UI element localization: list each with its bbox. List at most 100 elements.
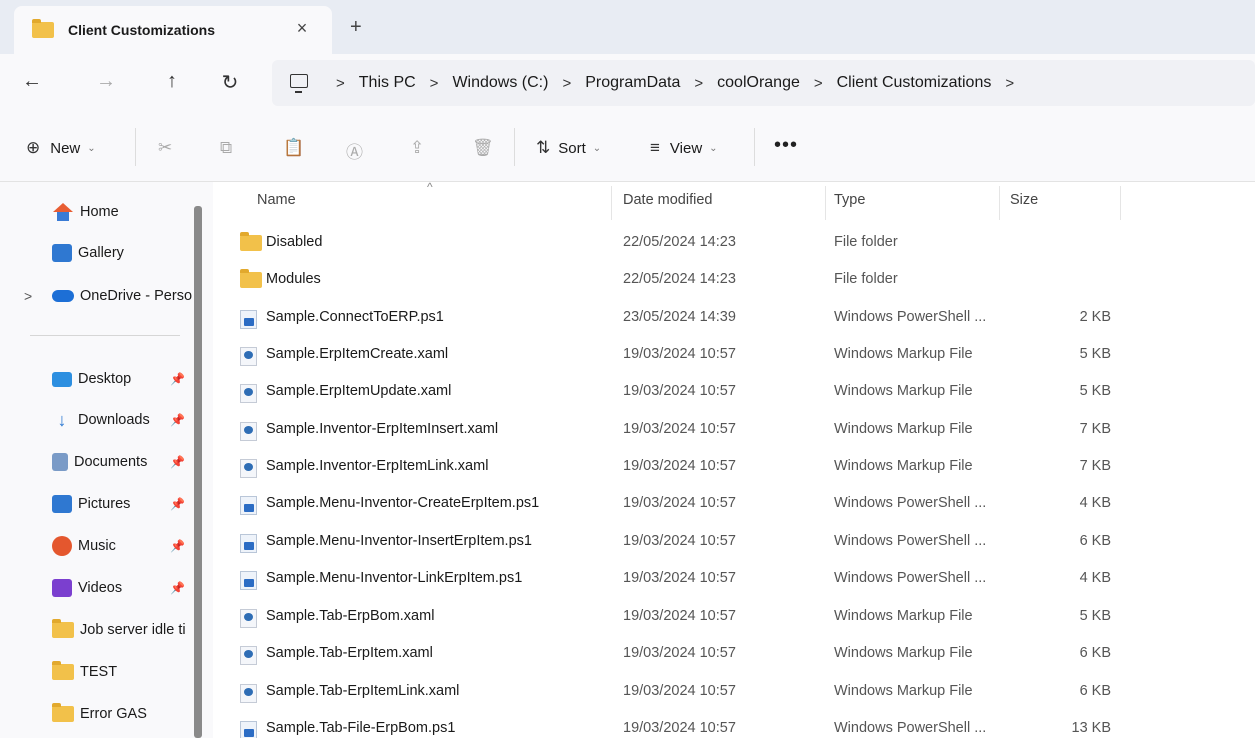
- sidebar-item-job-server[interactable]: Job server idle ti: [52, 616, 192, 644]
- folder-icon: [52, 619, 74, 638]
- chevron-down-icon: ⌄: [592, 142, 602, 154]
- sidebar-item-pictures[interactable]: Pictures: [52, 490, 130, 518]
- share-icon[interactable]: ⇪: [410, 138, 424, 158]
- forward-button[interactable]: →: [94, 70, 118, 93]
- column-divider[interactable]: [999, 186, 1000, 220]
- file-date: 19/03/2024 10:57: [623, 533, 736, 549]
- more-options-button[interactable]: •••: [774, 134, 798, 157]
- file-row[interactable]: Disabled 22/05/2024 14:23 File folder: [213, 225, 1255, 262]
- new-tab-button[interactable]: +: [350, 16, 362, 39]
- breadcrumb-separator[interactable]: >: [814, 75, 823, 92]
- sidebar-item-label: Home: [80, 204, 119, 220]
- file-row[interactable]: Sample.Tab-ErpItemLink.xaml 19/03/2024 1…: [213, 674, 1255, 711]
- file-row[interactable]: Modules 22/05/2024 14:23 File folder: [213, 262, 1255, 299]
- column-divider[interactable]: [611, 186, 612, 220]
- sidebar-item-music[interactable]: Music: [52, 532, 116, 560]
- close-tab-button[interactable]: ×: [292, 18, 312, 39]
- column-divider[interactable]: [825, 186, 826, 220]
- breadcrumb-programdata[interactable]: ProgramData: [585, 74, 680, 92]
- file-date: 19/03/2024 10:57: [623, 570, 736, 586]
- file-name: Modules: [266, 271, 321, 287]
- breadcrumb-windows-c[interactable]: Windows (C:): [452, 74, 548, 92]
- sidebar-item-test[interactable]: TEST: [52, 658, 117, 686]
- sidebar-divider: [30, 335, 180, 336]
- view-label: View: [669, 139, 703, 157]
- up-button[interactable]: ↑: [160, 70, 184, 93]
- breadcrumb-separator[interactable]: >: [430, 75, 439, 92]
- sidebar-item-documents[interactable]: Documents: [52, 448, 147, 476]
- sidebar-item-desktop[interactable]: Desktop: [52, 365, 131, 393]
- chevron-right-icon[interactable]: >: [24, 288, 32, 304]
- breadcrumb-this-pc[interactable]: This PC: [359, 74, 416, 92]
- music-icon: [52, 536, 72, 556]
- file-type: Windows Markup File: [834, 383, 973, 399]
- sidebar-item-error-gas[interactable]: Error GAS: [52, 700, 147, 728]
- breadcrumb-separator[interactable]: >: [562, 75, 571, 92]
- column-divider[interactable]: [1120, 186, 1121, 220]
- file-row[interactable]: Sample.ErpItemCreate.xaml 19/03/2024 10:…: [213, 337, 1255, 374]
- file-row[interactable]: Sample.Tab-ErpItem.xaml 19/03/2024 10:57…: [213, 636, 1255, 673]
- sort-button[interactable]: ⇅ Sort ⌄: [536, 138, 601, 158]
- pin-icon[interactable]: 📌: [170, 497, 185, 511]
- breadcrumb-separator[interactable]: >: [336, 75, 345, 92]
- file-row[interactable]: Sample.Menu-Inventor-LinkErpItem.ps1 19/…: [213, 561, 1255, 598]
- file-date: 19/03/2024 10:57: [623, 720, 736, 736]
- column-header-date[interactable]: Date modified: [623, 192, 712, 208]
- file-name: Disabled: [266, 234, 323, 250]
- rename-icon[interactable]: Ⓐ: [346, 138, 363, 163]
- file-row[interactable]: Sample.Inventor-ErpItemLink.xaml 19/03/2…: [213, 449, 1255, 486]
- breadcrumb-coolorange[interactable]: coolOrange: [717, 74, 800, 92]
- sidebar-item-onedrive[interactable]: OneDrive - Perso: [52, 282, 192, 310]
- refresh-button[interactable]: ↻: [218, 70, 242, 95]
- file-row[interactable]: Sample.Menu-Inventor-CreateErpItem.ps1 1…: [213, 486, 1255, 523]
- tab-client-customizations[interactable]: Client Customizations ×: [14, 6, 332, 54]
- pin-icon[interactable]: 📌: [170, 455, 185, 469]
- sidebar-item-label: Error GAS: [80, 706, 147, 722]
- file-row[interactable]: Sample.Inventor-ErpItemInsert.xaml 19/03…: [213, 412, 1255, 449]
- column-header-type[interactable]: Type: [834, 192, 865, 208]
- file-row[interactable]: Sample.ConnectToERP.ps1 23/05/2024 14:39…: [213, 300, 1255, 337]
- breadcrumb-separator[interactable]: >: [694, 75, 703, 92]
- file-date: 22/05/2024 14:23: [623, 271, 736, 287]
- file-name: Sample.Inventor-ErpItemLink.xaml: [266, 458, 489, 474]
- file-size: 4 KB: [1079, 570, 1111, 586]
- toolbar-divider: [135, 128, 136, 166]
- pin-icon[interactable]: 📌: [170, 372, 185, 386]
- file-row[interactable]: Sample.Tab-File-ErpBom.ps1 19/03/2024 10…: [213, 711, 1255, 738]
- sidebar-scrollbar[interactable]: [194, 206, 202, 738]
- pin-icon[interactable]: 📌: [170, 581, 185, 595]
- cut-icon[interactable]: ✂: [158, 138, 172, 158]
- sort-ascending-icon: ^: [427, 180, 433, 194]
- address-bar[interactable]: > This PC > Windows (C:) > ProgramData >…: [272, 60, 1255, 106]
- sidebar-item-videos[interactable]: Videos: [52, 574, 122, 602]
- file-row[interactable]: Sample.Tab-ErpBom.xaml 19/03/2024 10:57 …: [213, 599, 1255, 636]
- pin-icon[interactable]: 📌: [170, 539, 185, 553]
- new-button[interactable]: ⊕ New ⌄: [26, 138, 96, 158]
- file-type: Windows Markup File: [834, 608, 973, 624]
- file-type: File folder: [834, 271, 898, 287]
- file-type: Windows PowerShell ...: [834, 533, 987, 549]
- column-header-name[interactable]: Name: [257, 192, 296, 208]
- tab-title: Client Customizations: [68, 22, 216, 38]
- copy-icon[interactable]: ⧉: [220, 138, 232, 158]
- file-row[interactable]: Sample.Menu-Inventor-InsertErpItem.ps1 1…: [213, 524, 1255, 561]
- view-button[interactable]: ≡ View ⌄: [650, 138, 718, 158]
- address-row: ← → ↑ ↻ > This PC > Windows (C:) > Progr…: [0, 54, 1255, 114]
- sidebar-item-home[interactable]: Home: [52, 198, 119, 226]
- file-size: 4 KB: [1079, 495, 1111, 511]
- pin-icon[interactable]: 📌: [170, 413, 185, 427]
- sidebar-item-gallery[interactable]: Gallery: [52, 239, 124, 267]
- breadcrumb-separator[interactable]: >: [1005, 75, 1014, 92]
- delete-icon[interactable]: 🗑: [472, 138, 494, 158]
- this-pc-icon[interactable]: [290, 74, 308, 93]
- breadcrumb-client-customizations[interactable]: Client Customizations: [837, 74, 992, 92]
- sidebar-item-downloads[interactable]: ↓ Downloads: [52, 406, 150, 434]
- back-button[interactable]: ←: [20, 70, 44, 93]
- file-date: 19/03/2024 10:57: [623, 495, 736, 511]
- chevron-down-icon: ⌄: [87, 142, 96, 154]
- file-row[interactable]: Sample.ErpItemUpdate.xaml 19/03/2024 10:…: [213, 374, 1255, 411]
- column-header-size[interactable]: Size: [1010, 192, 1038, 208]
- xaml-file-icon: [240, 609, 257, 628]
- toolbar-divider: [514, 128, 515, 166]
- paste-icon[interactable]: 📋: [283, 138, 304, 158]
